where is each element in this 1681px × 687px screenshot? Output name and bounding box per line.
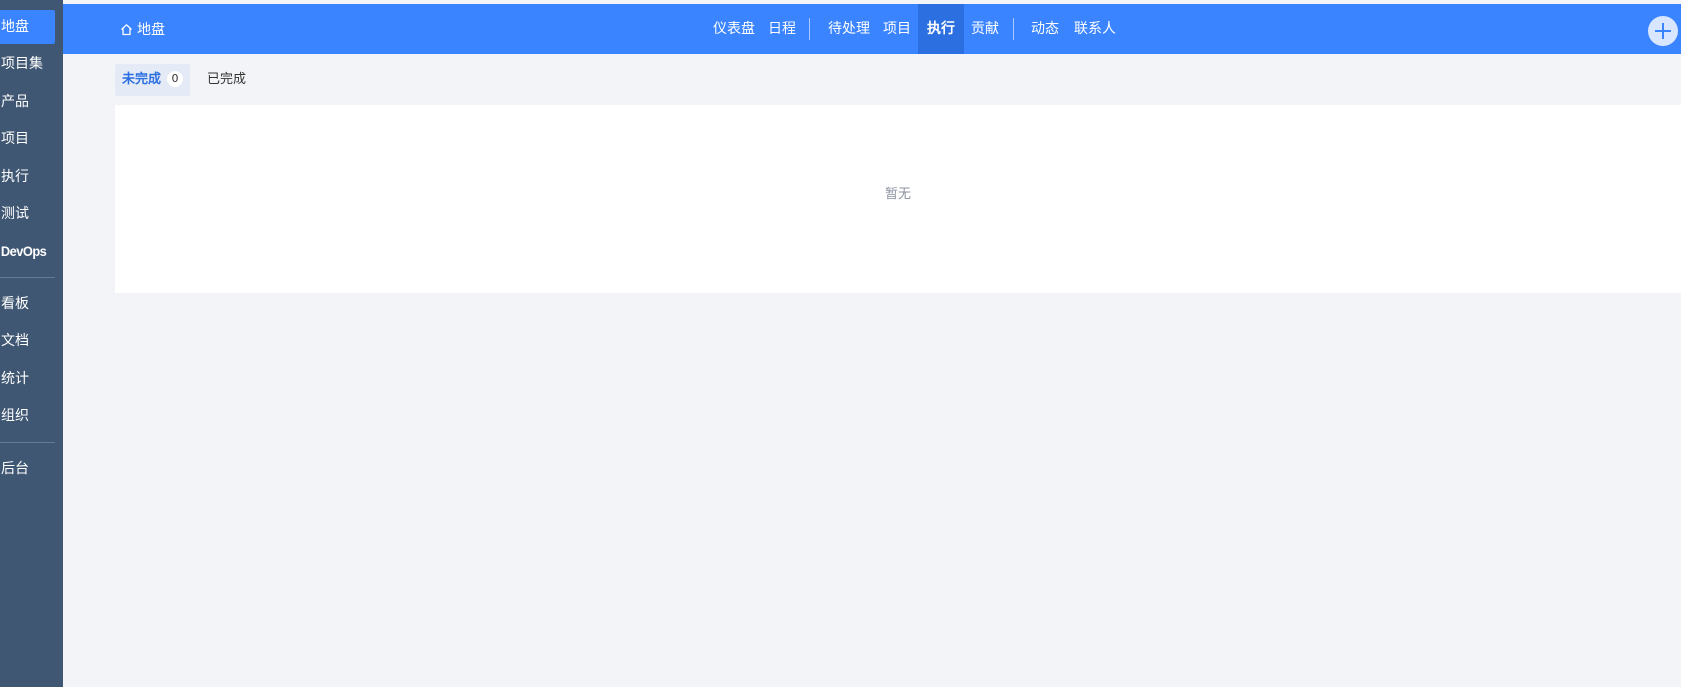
tab-unfinished-label: 未完成 [122,72,162,87]
sidebar-item-product[interactable]: 产品 [0,85,55,119]
sidebar-item-admin[interactable]: 后台 [0,452,55,486]
plus-circle-icon[interactable] [1648,16,1678,46]
home-icon [120,23,133,36]
sidebar-item-project[interactable]: 项目 [0,122,55,156]
sidebar: 地盘 项目集 产品 项目 执行 测试 DevOps 看板 文档 统计 组织 后台 [0,0,63,687]
nav-separator [1013,18,1014,40]
tab-unfinished[interactable]: 未完成 0 [115,64,190,96]
sidebar-item-my-work[interactable]: 地盘 [0,10,55,44]
sidebar-item-devops[interactable]: DevOps [0,234,51,268]
sidebar-item-program[interactable]: 项目集 [0,47,55,81]
nav-project[interactable]: 项目 [883,4,911,54]
tab-finished-label: 已完成 [207,72,247,87]
execution-list-panel: 暂无 [115,105,1681,293]
nav-dynamic[interactable]: 动态 [1031,4,1059,54]
sidebar-divider [0,442,55,443]
home-breadcrumb[interactable]: 地盘 [120,4,165,54]
sidebar-item-kanban[interactable]: 看板 [0,287,55,321]
home-label: 地盘 [137,22,165,38]
nav-execution[interactable]: 执行 [918,4,964,54]
tab-finished[interactable]: 已完成 [207,64,246,96]
sidebar-item-execution[interactable]: 执行 [0,160,55,194]
sidebar-item-doc[interactable]: 文档 [0,324,55,358]
nav-calendar[interactable]: 日程 [768,4,796,54]
sidebar-item-test[interactable]: 测试 [0,197,55,231]
count-badge: 0 [167,71,184,87]
sidebar-divider [0,277,55,278]
nav-separator [809,18,810,40]
sidebar-item-stats[interactable]: 统计 [0,362,55,396]
empty-state-text: 暂无 [884,187,911,202]
sidebar-item-organization[interactable]: 组织 [0,399,55,433]
top-bar: 地盘 仪表盘 日程 待处理 项目 执行 贡献 动态 联系人 [63,4,1681,54]
nav-todo[interactable]: 待处理 [828,4,870,54]
nav-dashboard[interactable]: 仪表盘 [713,4,755,54]
nav-contribution[interactable]: 贡献 [971,4,999,54]
nav-contacts[interactable]: 联系人 [1074,4,1116,54]
